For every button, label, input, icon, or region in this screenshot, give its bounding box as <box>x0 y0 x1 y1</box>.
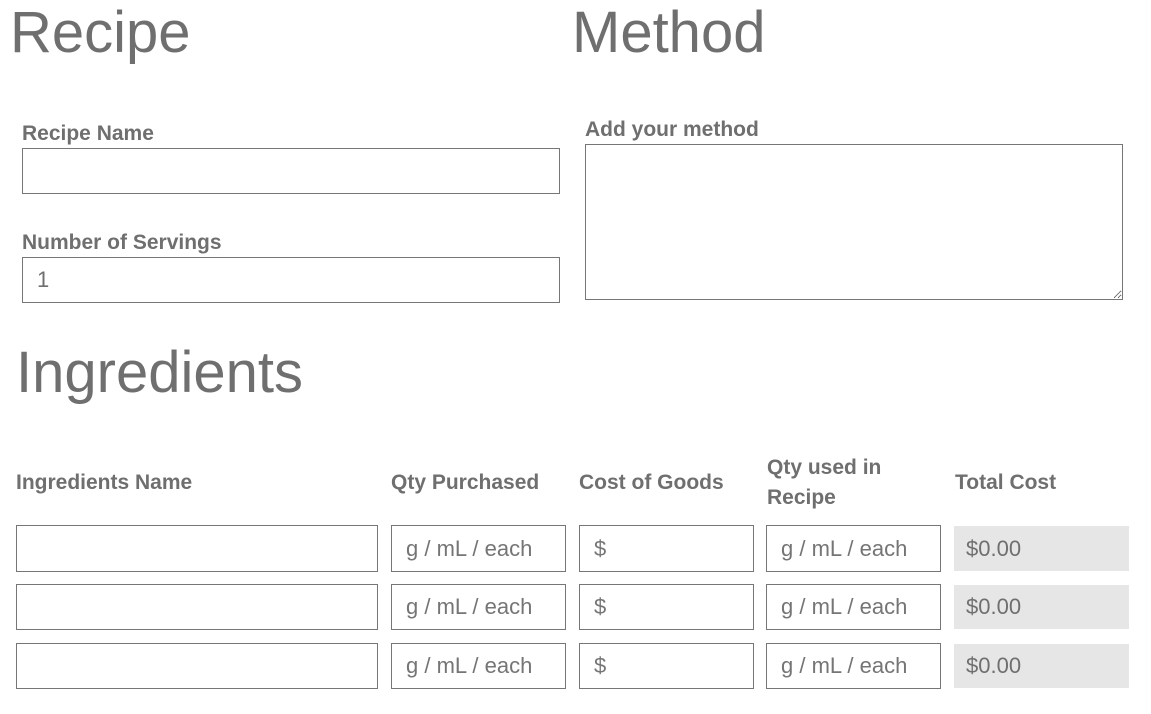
col-header-name: Ingredients Name <box>16 471 193 494</box>
qty-purchased-input[interactable] <box>391 643 566 689</box>
qty-used-input[interactable] <box>766 643 941 689</box>
ingredient-name-input[interactable] <box>16 525 378 572</box>
recipe-name-input[interactable] <box>22 148 560 194</box>
qty-used-input[interactable] <box>766 584 941 630</box>
recipe-heading: Recipe <box>10 0 191 65</box>
recipe-name-label: Recipe Name <box>22 122 154 145</box>
total-cost-value: $0.00 <box>954 526 1129 571</box>
servings-input[interactable] <box>22 257 560 303</box>
cost-input[interactable] <box>579 643 754 689</box>
col-header-cost: Cost of Goods <box>579 471 724 494</box>
col-header-qty-used: Qty used in Recipe <box>767 456 882 509</box>
method-heading: Method <box>572 0 766 65</box>
cost-input[interactable] <box>579 584 754 630</box>
col-header-qty-purchased: Qty Purchased <box>391 471 540 494</box>
total-cost-value: $0.00 <box>954 644 1129 688</box>
ingredient-name-input[interactable] <box>16 643 378 689</box>
qty-purchased-input[interactable] <box>391 525 566 572</box>
ingredient-name-input[interactable] <box>16 584 378 630</box>
qty-used-input[interactable] <box>766 525 941 572</box>
qty-purchased-input[interactable] <box>391 584 566 630</box>
method-label: Add your method <box>585 118 759 141</box>
total-cost-value: $0.00 <box>954 585 1129 629</box>
cost-input[interactable] <box>579 525 754 572</box>
servings-label: Number of Servings <box>22 231 222 254</box>
ingredients-heading: Ingredients <box>16 340 303 405</box>
col-header-total: Total Cost <box>955 471 1057 494</box>
method-textarea[interactable] <box>585 144 1123 300</box>
